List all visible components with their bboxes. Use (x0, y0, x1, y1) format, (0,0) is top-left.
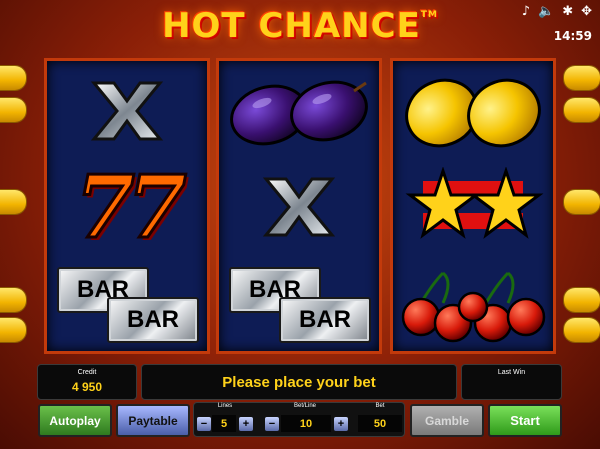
reel-2: BAR BAR (216, 58, 382, 354)
credit-label: Credit (77, 369, 97, 376)
credit-panel: Credit 4 950 (37, 364, 137, 400)
bar-symbol: BAR BAR (219, 257, 379, 353)
line-marker (0, 190, 26, 214)
bet-value: 50 (358, 415, 402, 432)
speaker-icon[interactable]: 🔈 (538, 4, 554, 19)
settings-icon[interactable]: ✱ (562, 4, 573, 19)
bar-tile: BAR (279, 297, 371, 343)
line-marker (0, 288, 26, 312)
star-icon (405, 167, 544, 239)
paytable-button[interactable]: Paytable (116, 404, 190, 437)
game-title: HOT CHANCETM (162, 6, 438, 46)
music-note-icon[interactable]: ♪ (522, 4, 530, 19)
autoplay-button[interactable]: Autoplay (38, 404, 112, 437)
lemon-icon (405, 78, 541, 148)
line-marker (0, 66, 26, 90)
line-marker (564, 66, 600, 90)
lines-label: Lines (217, 403, 233, 409)
last-win-panel: Last Win (461, 364, 562, 400)
gamble-button[interactable]: Gamble (410, 404, 484, 437)
bar-symbol: BAR BAR (47, 257, 207, 353)
status-message: Please place your bet (222, 373, 376, 391)
betline-label: Bet/Line (293, 403, 317, 409)
lines-value: 5 (212, 415, 236, 432)
line-marker (564, 190, 600, 214)
x-symbol (47, 63, 207, 159)
start-button[interactable]: Start (488, 404, 562, 437)
seven-symbol: 77 (74, 155, 189, 259)
reel-1: 77 BAR BAR (44, 58, 210, 354)
betline-plus-button[interactable]: + (334, 417, 348, 431)
star-symbol (393, 159, 553, 255)
x-symbol (219, 159, 379, 255)
lines-minus-button[interactable]: − (197, 417, 211, 431)
top-toolbar: ♪ 🔈 ✱ ✥ (522, 4, 592, 19)
last-win-label: Last Win (497, 369, 526, 376)
message-panel: Please place your bet (141, 364, 457, 400)
cherry-symbol (393, 257, 553, 353)
line-marker (564, 318, 600, 342)
reel-3 (390, 58, 556, 354)
line-marker (0, 98, 26, 122)
x-icon (90, 81, 164, 141)
betline-minus-button[interactable]: − (265, 417, 279, 431)
plum-symbol (219, 63, 379, 159)
x-icon (262, 177, 336, 237)
plum-icon (230, 80, 368, 146)
clock: 14:59 (553, 29, 592, 43)
lemon-symbol (393, 63, 553, 159)
line-marker (0, 318, 26, 342)
fullscreen-icon[interactable]: ✥ (581, 4, 592, 19)
cherry-icon (401, 271, 546, 343)
credit-value: 4 950 (71, 380, 103, 394)
bet-label: Bet (375, 403, 385, 409)
betline-value: 10 (281, 415, 331, 432)
line-marker (564, 288, 600, 312)
line-marker (564, 98, 600, 122)
lines-plus-button[interactable]: + (239, 417, 253, 431)
bar-tile: BAR (107, 297, 199, 343)
